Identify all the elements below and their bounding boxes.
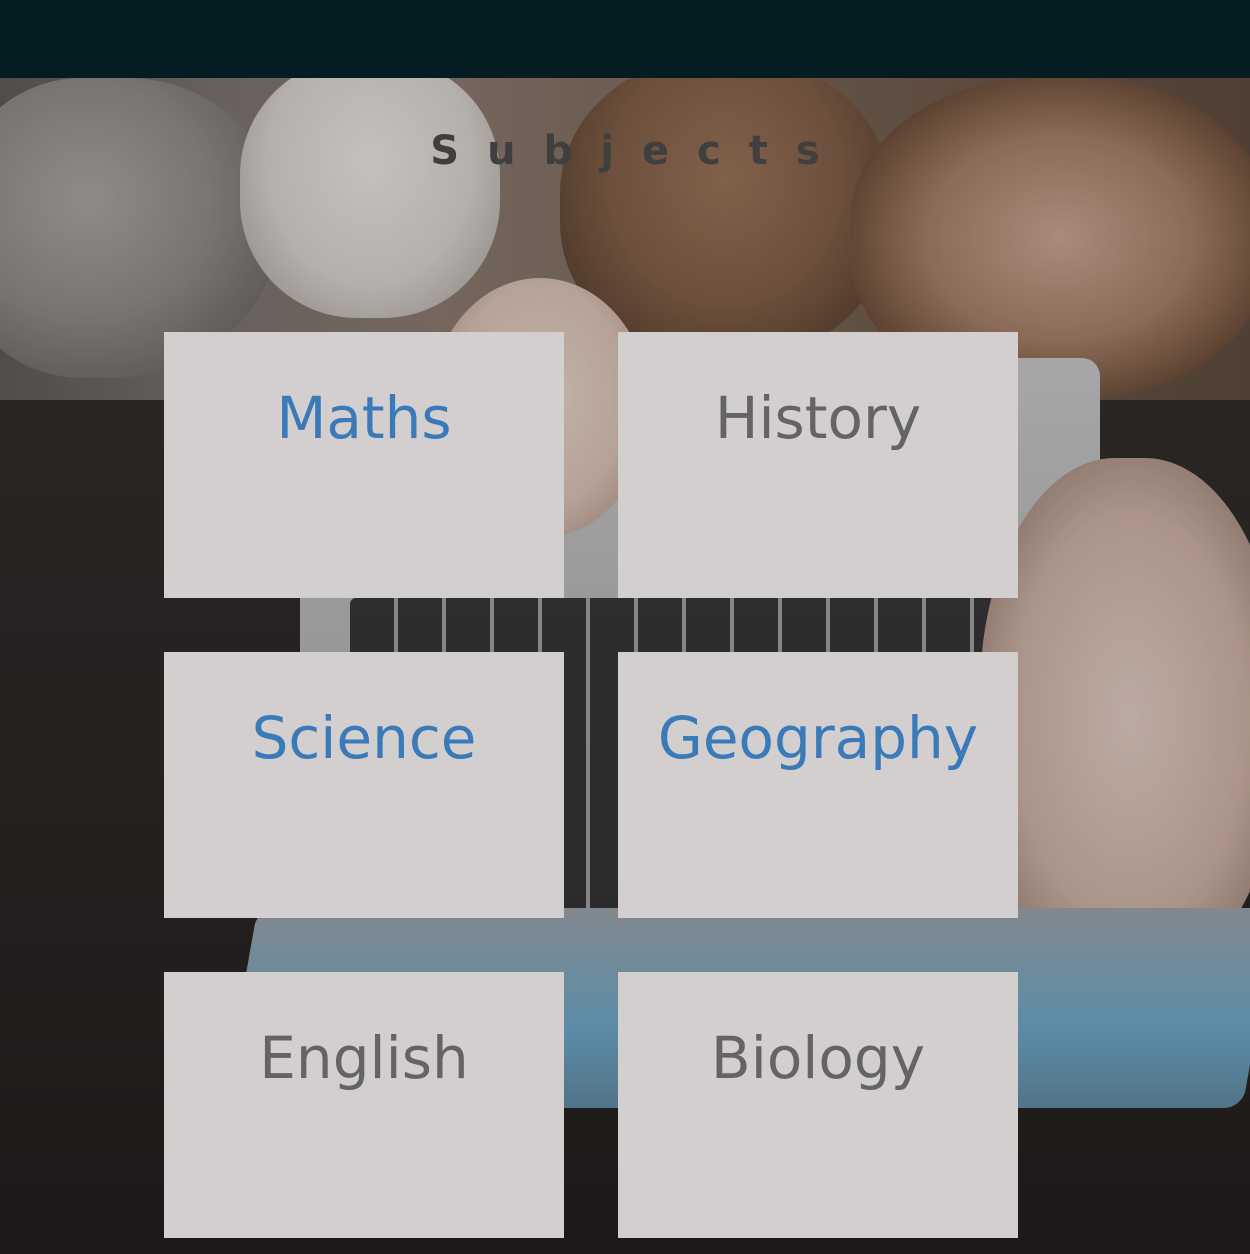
subject-label-history: History xyxy=(714,384,922,452)
subject-card-science[interactable]: Science xyxy=(164,652,564,918)
subject-card-history[interactable]: History xyxy=(618,332,1018,598)
subject-label-english: English xyxy=(259,1024,469,1092)
subject-card-maths[interactable]: Maths xyxy=(164,332,564,598)
subject-card-biology[interactable]: Biology xyxy=(618,972,1018,1238)
top-navigation-bar xyxy=(0,0,1250,78)
page: Subjects Maths History Science Geography… xyxy=(0,0,1250,1254)
subject-card-english[interactable]: English xyxy=(164,972,564,1238)
page-title: Subjects xyxy=(430,128,848,174)
subject-link-geography[interactable]: Geography xyxy=(618,698,1018,778)
subject-link-maths[interactable]: Maths xyxy=(164,378,564,458)
subject-label-biology: Biology xyxy=(710,1024,926,1092)
subject-link-science[interactable]: Science xyxy=(164,698,564,778)
subject-card-geography[interactable]: Geography xyxy=(618,652,1018,918)
